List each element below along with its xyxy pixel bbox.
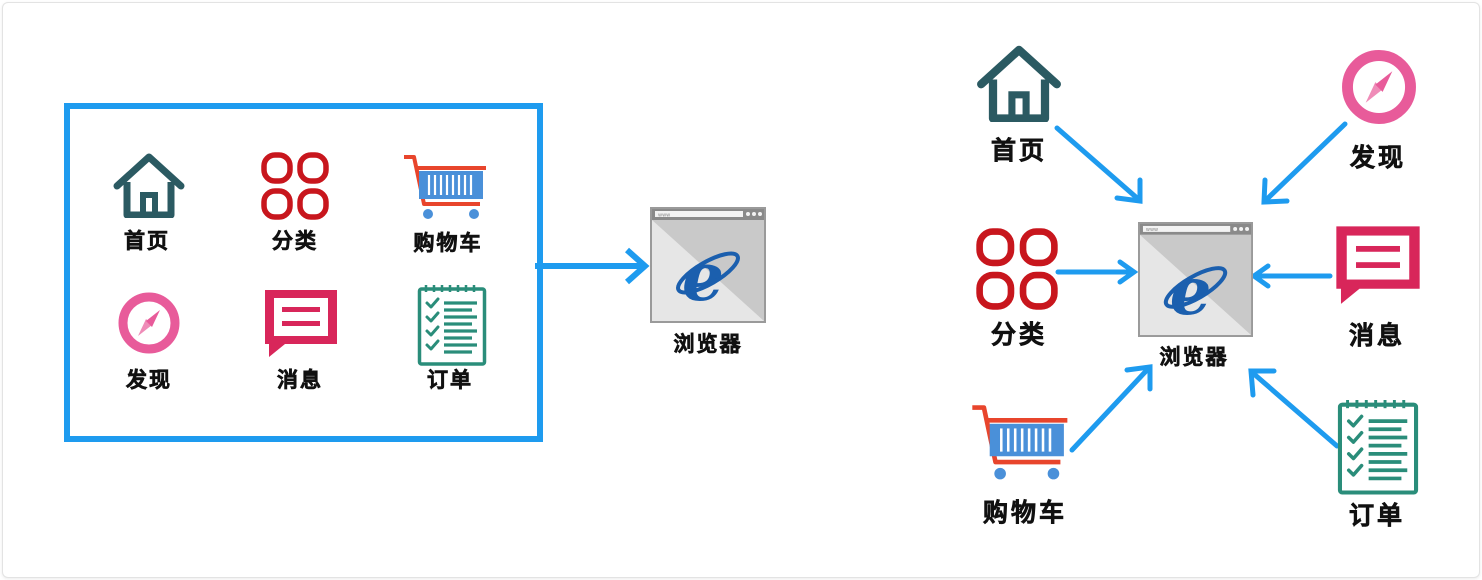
message-label: 消息: [1348, 321, 1406, 350]
home-icon: [977, 45, 1061, 122]
category-icon: [976, 228, 1058, 310]
message-icon: [1336, 226, 1420, 304]
home-label: 首页: [990, 136, 1048, 165]
cart-icon: [972, 405, 1068, 480]
diagram-stage: 首页 分类 购物车 发现 消息 订单 www e 浏览器 首页 发现 分类 消息…: [0, 0, 1482, 580]
module-arrows: [1054, 121, 1348, 453]
category-label: 分类: [990, 320, 1048, 349]
order-label: 订单: [1348, 501, 1406, 530]
url-text: www: [1146, 227, 1158, 233]
browser-label: 浏览器: [1159, 345, 1229, 369]
compass-icon: [1342, 50, 1416, 124]
discover-label: 发现: [1349, 143, 1407, 172]
cart-label: 购物车: [982, 498, 1068, 527]
browser-window-icon: www e: [1138, 222, 1253, 337]
order-checklist-icon: [1337, 400, 1419, 495]
